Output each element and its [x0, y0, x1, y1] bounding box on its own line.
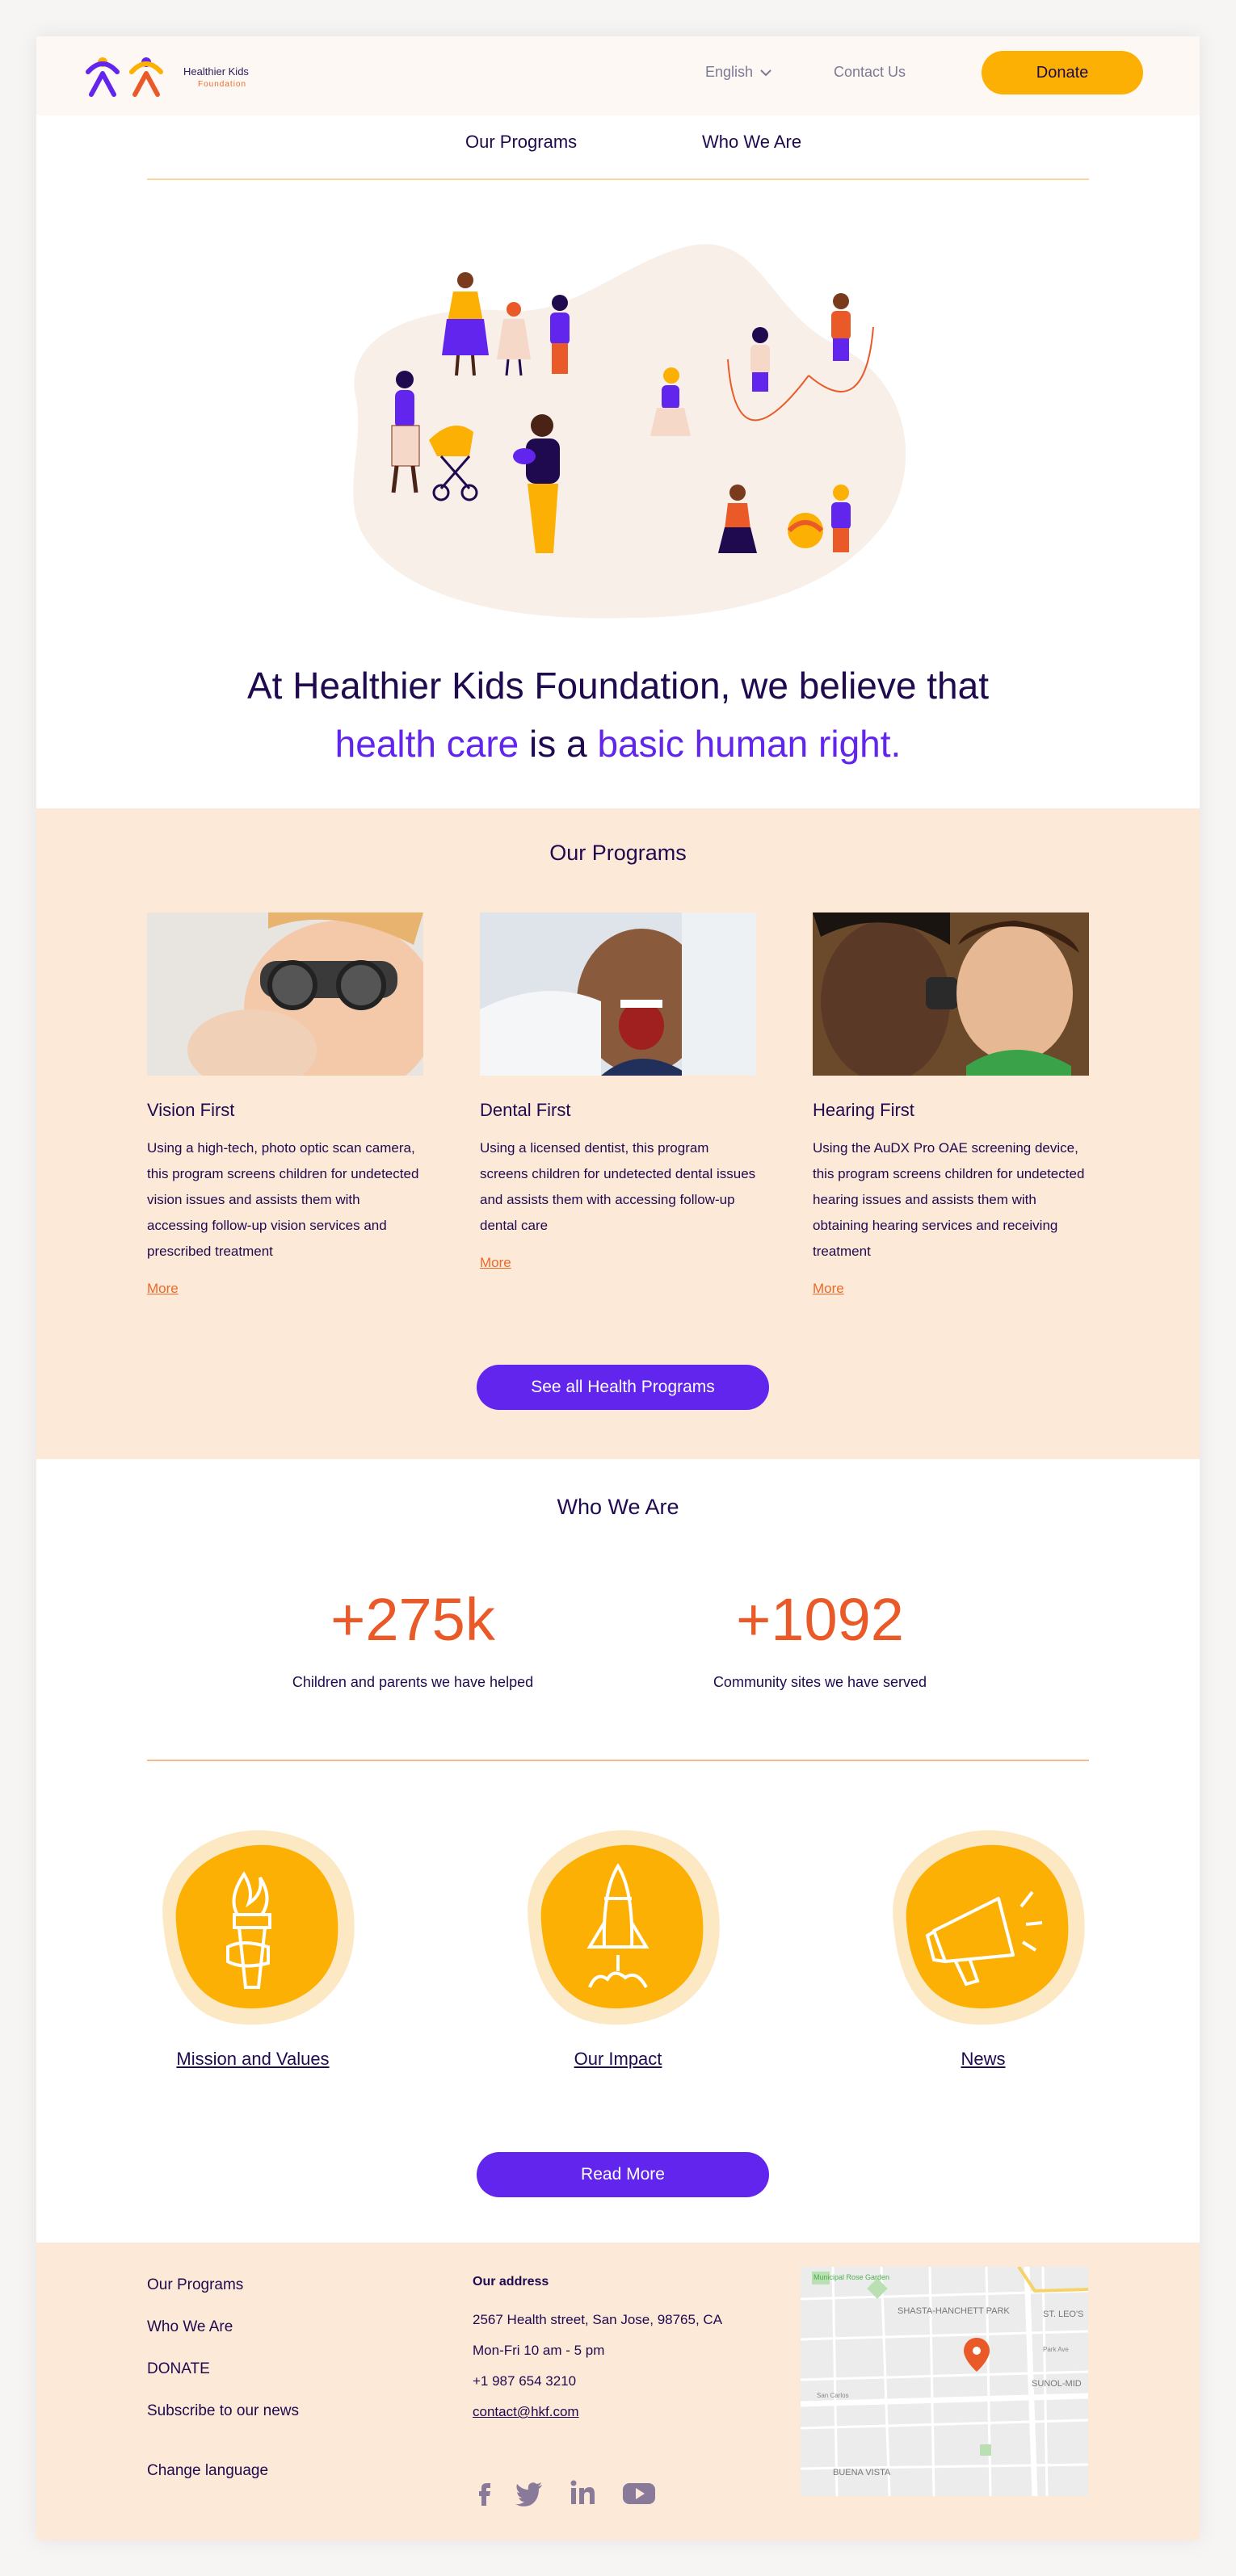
logo-mark-icon — [86, 57, 163, 97]
megaphone-icon[interactable] — [877, 1826, 1089, 2028]
who-we-are-section: Who We Are +275k Children and parents we… — [36, 1459, 1200, 2242]
footer-link-programs[interactable]: Our Programs — [147, 2276, 243, 2294]
youtube-icon[interactable] — [621, 2477, 657, 2509]
hero-line-2: health care is a basic human right. — [36, 715, 1200, 773]
hero-illustration — [353, 244, 906, 619]
footer-link-who[interactable]: Who We Are — [147, 2318, 233, 2336]
dental-photo — [480, 913, 756, 1076]
map-label-rose-garden: Municipal Rose Garden — [813, 2273, 889, 2281]
language-label: English — [705, 64, 754, 80]
nav-our-programs[interactable]: Our Programs — [465, 132, 577, 153]
map-label-san-carlos: San Carlos — [817, 2392, 849, 2399]
program-more-link[interactable]: More — [147, 1281, 179, 1297]
location-map[interactable]: Municipal Rose Garden SHASTA-HANCHETT PA… — [801, 2267, 1088, 2496]
logo-title: Healthier Kids — [183, 65, 249, 78]
stat-sites-value: +1092 — [736, 1586, 904, 1653]
program-card-text: Using a high-tech, photo optic scan came… — [147, 1140, 419, 1259]
address-email[interactable]: contact@hkf.com — [473, 2404, 579, 2420]
language-selector[interactable]: English — [705, 64, 772, 81]
program-card-title: Vision First — [147, 1100, 235, 1120]
address-title: Our address — [473, 2275, 549, 2289]
map-label-st-leos: ST. LEO'S — [1043, 2310, 1083, 2319]
program-card-text: Using the AuDX Pro OAE screening device,… — [813, 1140, 1085, 1259]
hero-highlight-human-right: basic human right. — [597, 723, 902, 765]
footer: Our Programs Who We Are DONATE Subscribe… — [36, 2242, 1200, 2540]
logo[interactable]: Healthier Kids Foundation — [83, 52, 277, 101]
program-card-vision: Vision First Using a high-tech, photo op… — [147, 913, 423, 1297]
nav-who-we-are[interactable]: Who We Are — [702, 132, 801, 153]
mission-icon[interactable] — [147, 1826, 359, 2028]
donate-button[interactable]: Donate — [982, 51, 1143, 94]
footer-link-language[interactable]: Change language — [147, 2462, 268, 2480]
program-more-link[interactable]: More — [813, 1281, 844, 1297]
map-label-buena-vista: BUENA VISTA — [833, 2468, 891, 2477]
twitter-icon[interactable] — [513, 2477, 545, 2509]
see-all-programs-button[interactable]: See all Health Programs — [477, 1365, 769, 1410]
logo-subtitle: Foundation — [198, 80, 247, 89]
programs-title: Our Programs — [549, 841, 687, 865]
address-street: 2567 Health street, San Jose, 98765, CA — [473, 2312, 723, 2327]
top-bar: Healthier Kids Foundation English Contac… — [36, 36, 1200, 115]
linkedin-icon[interactable] — [566, 2477, 599, 2509]
program-card-dental: Dental First Using a licensed dentist, t… — [480, 913, 756, 1271]
program-card-hearing: Hearing First Using the AuDX Pro OAE scr… — [813, 913, 1089, 1297]
contact-us-link[interactable]: Contact Us — [834, 64, 906, 81]
stat-children-value: +275k — [330, 1586, 495, 1653]
hearing-photo — [813, 913, 1089, 1076]
who-title: Who We Are — [557, 1495, 679, 1519]
our-impact-link[interactable]: Our Impact — [497, 2049, 739, 2070]
map-label-park-ave: Park Ave — [1043, 2346, 1069, 2353]
page: Healthier Kids Foundation English Contac… — [36, 36, 1200, 2540]
hero-highlight-health-care: health care — [334, 723, 519, 765]
chevron-down-icon — [760, 69, 771, 76]
address-hours: Mon-Fri 10 am - 5 pm — [473, 2343, 605, 2358]
hero-line-2-middle: is a — [519, 723, 598, 765]
program-more-link[interactable]: More — [480, 1255, 511, 1271]
rocket-icon[interactable] — [512, 1826, 724, 2028]
read-more-button[interactable]: Read More — [477, 2152, 769, 2197]
news-link[interactable]: News — [862, 2049, 1104, 2070]
section-divider — [147, 1760, 1089, 1761]
stat-children-label: Children and parents we have helped — [292, 1674, 534, 1690]
hero-tagline: At Healthier Kids Foundation, we believe… — [36, 657, 1200, 773]
main-nav: Our Programs Who We Are — [147, 115, 1089, 180]
footer-link-subscribe[interactable]: Subscribe to our news — [147, 2402, 299, 2420]
hero-line-1: At Healthier Kids Foundation, we believe… — [247, 665, 989, 707]
program-card-title: Dental First — [480, 1100, 571, 1120]
address-phone: +1 987 654 3210 — [473, 2373, 577, 2389]
map-label-shasta: SHASTA-HANCHETT PARK — [898, 2306, 1010, 2316]
mission-values-link[interactable]: Mission and Values — [132, 2049, 374, 2070]
footer-link-donate[interactable]: DONATE — [147, 2360, 210, 2378]
vision-photo — [147, 913, 423, 1076]
facebook-icon[interactable] — [469, 2477, 502, 2509]
stat-sites-label: Community sites we have served — [713, 1674, 927, 1690]
program-card-title: Hearing First — [813, 1100, 914, 1120]
map-label-sunol: SUNOL-MID — [1032, 2379, 1082, 2389]
program-card-text: Using a licensed dentist, this program s… — [480, 1140, 756, 1233]
programs-section: Our Programs Vision First Using a high-t… — [36, 808, 1200, 1459]
